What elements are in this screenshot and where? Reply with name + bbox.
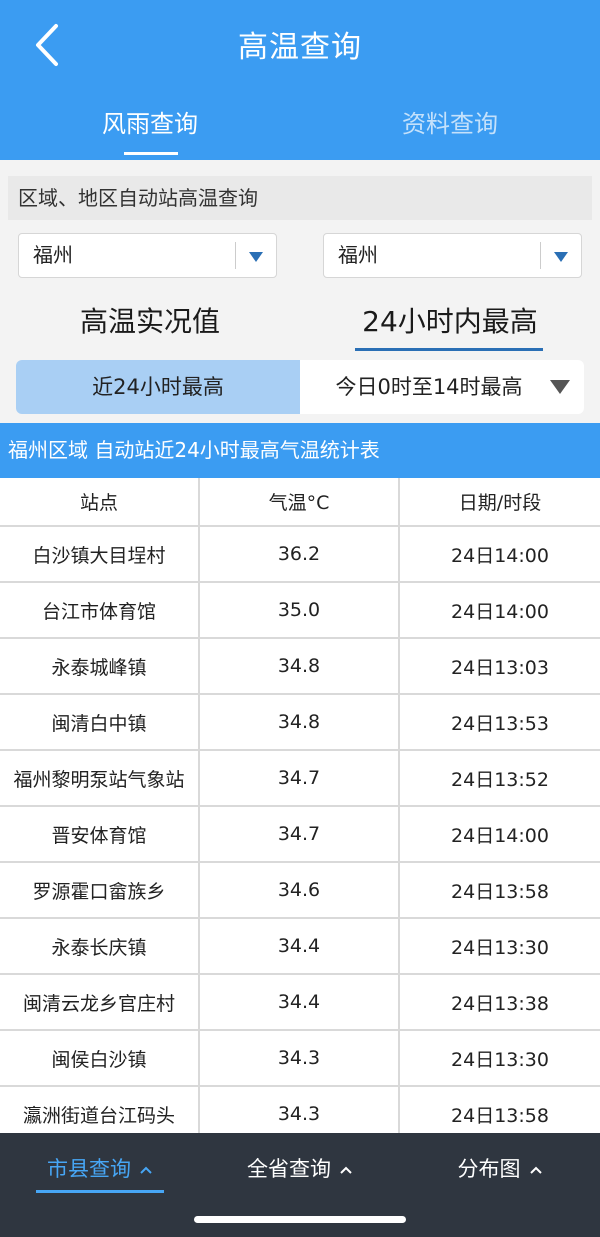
page-title: 高温查询 <box>238 30 362 65</box>
time-cell: 24日13:52 <box>451 768 549 791</box>
segment-label: 近24小时最高 <box>92 375 224 399</box>
nav-city-county-query[interactable]: 市县查询 <box>0 1153 200 1183</box>
tab-wind-rain[interactable]: 风雨查询 <box>0 104 300 139</box>
temp-cell: 34.3 <box>200 1031 400 1085</box>
chevron-up-icon <box>140 1166 152 1174</box>
station-cell: 罗源霍口畲族乡 <box>0 863 200 917</box>
select-divider <box>540 242 541 269</box>
tab-live-high-temp[interactable]: 高温实况值 <box>0 300 300 340</box>
table-row[interactable]: 永泰长庆镇 34.4 24日13:30 <box>0 919 600 975</box>
section-label: 区域、地区自动站高温查询 <box>8 176 592 220</box>
chevron-up-icon <box>529 1166 542 1174</box>
time-cell: 24日13:30 <box>451 936 549 959</box>
table-row[interactable]: 闽侯白沙镇 34.3 24日13:30 <box>0 1031 600 1087</box>
segment-label: 今日0时至14时最高 <box>335 375 523 399</box>
nav-distribution-map[interactable]: 分布图 <box>400 1153 600 1183</box>
station-cell: 永泰长庆镇 <box>0 919 200 973</box>
table-row[interactable]: 闽清白中镇 34.8 24日13:53 <box>0 695 600 751</box>
temp-cell: 34.4 <box>200 919 400 973</box>
table-caption: 福州区域 自动站近24小时最高气温统计表 <box>0 423 600 478</box>
region-select[interactable]: 福州 <box>18 233 277 278</box>
table-row[interactable]: 闽清云龙乡官庄村 34.4 24日13:38 <box>0 975 600 1031</box>
time-cell: 24日14:00 <box>451 544 549 567</box>
bottom-nav: 市县查询 全省查询 分布图 <box>0 1133 600 1237</box>
temp-cell: 35.0 <box>200 583 400 637</box>
temp-cell: 34.8 <box>200 695 400 749</box>
column-header-time: 日期/时段 <box>458 492 542 514</box>
table-header-row: 站点 气温°C 日期/时段 <box>0 478 600 527</box>
table-row[interactable]: 罗源霍口畲族乡 34.6 24日13:58 <box>0 863 600 919</box>
station-cell: 永泰城峰镇 <box>0 639 200 693</box>
station-cell: 白沙镇大目埕村 <box>0 527 200 581</box>
station-cell: 闽清云龙乡官庄村 <box>0 975 200 1029</box>
time-cell: 24日14:00 <box>451 600 549 623</box>
temp-cell: 36.2 <box>200 527 400 581</box>
query-panel: 区域、地区自动站高温查询 福州 福州 高温实况值 24小时内最高 近24小时最高… <box>0 160 600 423</box>
table-row[interactable]: 福州黎明泵站气象站 34.7 24日13:52 <box>0 751 600 807</box>
mode-tab-indicator <box>355 348 543 351</box>
triangle-down-icon <box>249 252 263 262</box>
chevron-up-icon <box>340 1166 352 1174</box>
segment-last-24h-max[interactable]: 近24小时最高 <box>16 360 300 414</box>
station-select-value: 福州 <box>338 243 378 267</box>
time-cell: 24日13:53 <box>451 712 549 735</box>
nav-label: 市县查询 <box>47 1157 131 1181</box>
table-row[interactable]: 永泰城峰镇 34.8 24日13:03 <box>0 639 600 695</box>
tab-data-query[interactable]: 资料查询 <box>300 104 600 139</box>
station-cell: 台江市体育馆 <box>0 583 200 637</box>
station-cell: 闽清白中镇 <box>0 695 200 749</box>
station-cell: 闽侯白沙镇 <box>0 1031 200 1085</box>
table-row[interactable]: 晋安体育馆 34.7 24日14:00 <box>0 807 600 863</box>
temp-cell: 34.7 <box>200 751 400 805</box>
column-header-temp: 气温°C <box>200 478 400 525</box>
segment-today-0-14-max[interactable]: 今日0时至14时最高 <box>300 360 584 414</box>
column-header-station: 站点 <box>0 478 200 525</box>
select-divider <box>235 242 236 269</box>
time-cell: 24日13:38 <box>451 992 549 1015</box>
temp-cell: 34.8 <box>200 639 400 693</box>
temp-cell: 34.7 <box>200 807 400 861</box>
nav-province-query[interactable]: 全省查询 <box>200 1153 400 1183</box>
time-cell: 24日13:30 <box>451 1048 549 1071</box>
table-row[interactable]: 白沙镇大目埕村 36.2 24日14:00 <box>0 527 600 583</box>
nav-label: 全省查询 <box>247 1157 331 1181</box>
table-row[interactable]: 台江市体育馆 35.0 24日14:00 <box>0 583 600 639</box>
station-cell: 晋安体育馆 <box>0 807 200 861</box>
nav-active-indicator <box>36 1190 164 1193</box>
temperature-table: 站点 气温°C 日期/时段 白沙镇大目埕村 36.2 24日14:00 台江市体… <box>0 478 600 1143</box>
temp-cell: 34.4 <box>200 975 400 1029</box>
time-cell: 24日13:58 <box>451 880 549 903</box>
time-cell: 24日14:00 <box>451 824 549 847</box>
nav-label: 分布图 <box>457 1157 521 1181</box>
triangle-down-icon <box>554 252 568 262</box>
temp-cell: 34.6 <box>200 863 400 917</box>
region-select-value: 福州 <box>33 243 73 267</box>
app-header: 高温查询 风雨查询 资料查询 <box>0 0 600 160</box>
home-indicator[interactable] <box>194 1216 406 1223</box>
tab-24h-max[interactable]: 24小时内最高 <box>300 300 600 340</box>
time-cell: 24日13:03 <box>451 656 549 679</box>
station-cell: 福州黎明泵站气象站 <box>0 751 200 805</box>
triangle-down-icon <box>550 380 570 394</box>
active-tab-indicator <box>124 152 178 155</box>
station-select[interactable]: 福州 <box>323 233 582 278</box>
